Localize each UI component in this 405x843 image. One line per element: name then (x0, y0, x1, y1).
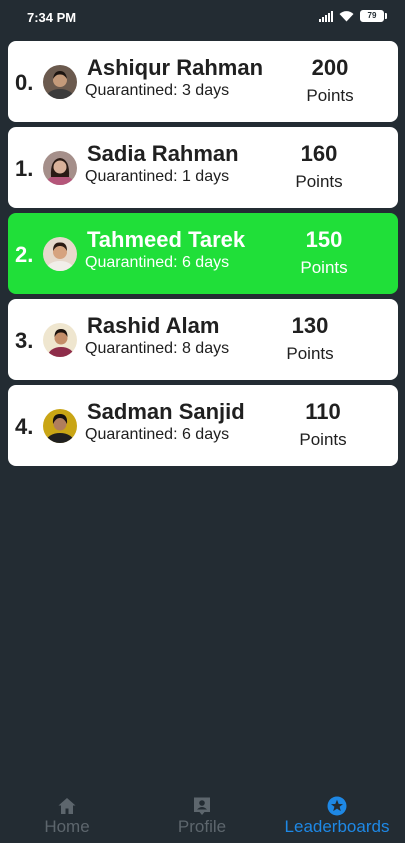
points-block: 130 Points (270, 313, 350, 364)
points-label: Points (300, 258, 348, 277)
bottom-nav: Home Profile Leaderboards (0, 788, 405, 843)
points-label: Points (286, 344, 334, 363)
avatar (43, 409, 77, 443)
nav-profile[interactable]: Profile (162, 796, 242, 837)
points-value: 160 (300, 141, 338, 166)
nav-profile-label: Profile (177, 817, 227, 836)
quarantine-days: Quarantined: 6 days (85, 426, 230, 443)
points-label: Points (295, 172, 343, 191)
avatar (43, 65, 77, 99)
leaderboard-card-3[interactable]: 3. Rashid Alam Quarantined: 8 days 130 P… (8, 299, 398, 380)
quarantine-days: Quarantined: 1 days (85, 168, 230, 185)
avatar (43, 323, 77, 357)
leaderboard-list: 0. Ashiqur Rahman Quarantined: 3 days 20… (8, 41, 398, 471)
battery-icon: 79 (360, 10, 387, 22)
player-name: Tahmeed Tarek (87, 227, 246, 252)
points-value: 150 (305, 227, 343, 252)
rank-number: 3. (15, 328, 34, 353)
nav-leaderboards-label: Leaderboards (284, 817, 390, 836)
nav-home[interactable]: Home (27, 796, 107, 837)
player-name: Sadman Sanjid (87, 399, 245, 424)
points-block: 110 Points (283, 399, 363, 450)
quarantine-days: Quarantined: 6 days (85, 254, 230, 271)
points-value: 200 (311, 55, 349, 80)
points-label: Points (306, 86, 354, 105)
avatar-face (53, 160, 67, 174)
wifi-icon (339, 11, 354, 22)
rank-number: 1. (15, 156, 34, 181)
rank-number: 4. (15, 414, 34, 439)
star-icon (327, 796, 347, 816)
nav-leaderboards[interactable]: Leaderboards (276, 796, 398, 837)
leaderboard-card-4[interactable]: 4. Sadman Sanjid Quarantined: 6 days 110… (8, 385, 398, 466)
avatar (43, 151, 77, 185)
leaderboard-card-1[interactable]: 1. Sadia Rahman Quarantined: 1 days 160 … (8, 127, 398, 208)
profile-icon (194, 797, 210, 815)
status-bar: 7:34 PM 79 (0, 0, 405, 34)
quarantine-days: Quarantined: 3 days (85, 82, 230, 99)
points-block: 200 Points (290, 55, 370, 106)
points-value: 110 (305, 399, 341, 424)
home-icon (58, 798, 76, 814)
signal-icon (319, 10, 333, 22)
leaderboard-card-0[interactable]: 0. Ashiqur Rahman Quarantined: 3 days 20… (8, 41, 398, 122)
nav-home-label: Home (44, 817, 90, 836)
status-icons: 79 (319, 10, 387, 22)
quarantine-days: Quarantined: 8 days (85, 340, 230, 357)
player-name: Ashiqur Rahman (87, 55, 264, 80)
points-block: 160 Points (279, 141, 359, 192)
status-time: 7:34 PM (27, 10, 77, 25)
avatar (43, 237, 77, 271)
points-label: Points (299, 430, 347, 449)
player-name: Sadia Rahman (87, 141, 239, 166)
points-block: 150 Points (284, 227, 364, 278)
rank-number: 0. (15, 70, 34, 95)
points-value: 130 (291, 313, 329, 338)
rank-number: 2. (15, 242, 34, 267)
player-name: Rashid Alam (87, 313, 220, 338)
leaderboard-card-2[interactable]: 2. Tahmeed Tarek Quarantined: 6 days 150… (8, 213, 398, 294)
